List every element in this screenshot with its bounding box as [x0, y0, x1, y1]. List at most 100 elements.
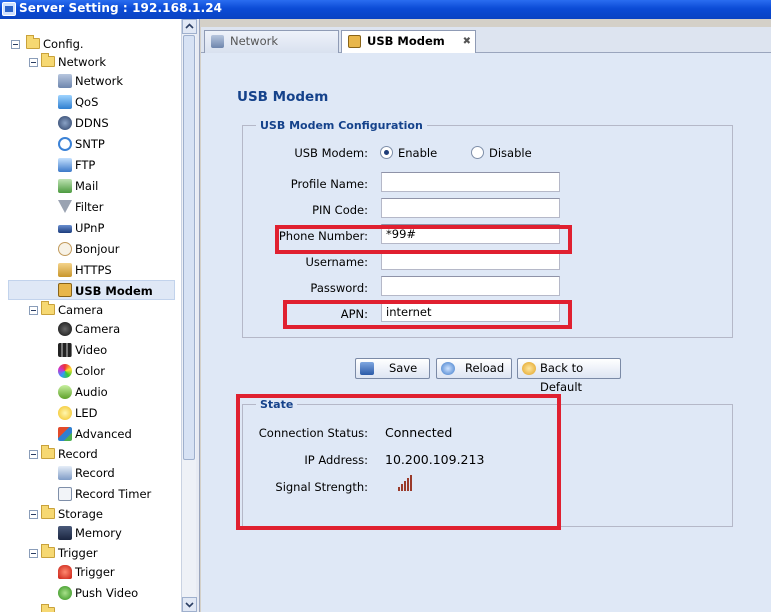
tree-item-label: Bonjour	[75, 242, 120, 256]
tree-item-memory[interactable]: Memory	[0, 523, 181, 543]
password-input[interactable]	[381, 276, 560, 296]
scroll-thumb[interactable]	[183, 35, 195, 460]
tree-item-label: Record	[75, 466, 115, 480]
tree-item-usb-modem[interactable]: USB Modem	[8, 280, 175, 300]
qos-icon	[58, 95, 72, 109]
reload-button[interactable]: Reload	[436, 358, 512, 379]
tree-item-audio[interactable]: Audio	[0, 382, 181, 402]
profile-name-label: Profile Name:	[290, 177, 368, 191]
tree-item-bonjour[interactable]: Bonjour	[0, 239, 181, 259]
tree-item-label: Color	[75, 364, 106, 378]
tab-usb-modem[interactable]: USB Modem ✖	[341, 30, 476, 54]
pin-code-label: PIN Code:	[312, 203, 368, 217]
camera-icon	[58, 322, 72, 336]
back-to-default-button-label: Back to Default	[540, 361, 584, 394]
tree-item-record-folder[interactable]: Record	[0, 444, 181, 464]
chevron-down-icon	[185, 602, 194, 608]
memory-card-icon	[58, 526, 72, 540]
tree-item-upnp[interactable]: UPnP	[0, 218, 181, 238]
sidebar-scrollbar[interactable]	[181, 19, 197, 612]
back-arrow-icon	[522, 362, 536, 375]
reload-icon	[441, 362, 455, 375]
disable-radio[interactable]	[471, 146, 484, 159]
folder-icon	[41, 301, 55, 315]
usb-modem-icon	[58, 283, 72, 297]
save-button[interactable]: Save	[355, 358, 430, 379]
scroll-up-button[interactable]	[182, 19, 197, 34]
tree-item-color[interactable]: Color	[0, 361, 181, 381]
tree-item-label: Network	[58, 55, 107, 69]
app-icon	[2, 2, 16, 16]
enable-radio[interactable]	[380, 146, 393, 159]
tree-item-label: HTTPS	[75, 263, 112, 277]
tree-item-advanced[interactable]: Advanced	[0, 424, 181, 444]
tree-item-label: Push Video	[75, 586, 139, 600]
led-icon	[58, 406, 72, 420]
tree-item-ftp[interactable]: FTP	[0, 155, 181, 175]
tree-item-mail[interactable]: Mail	[0, 176, 181, 196]
filter-icon	[58, 200, 72, 213]
tree-item-network[interactable]: Network	[0, 71, 181, 91]
collapse-icon[interactable]	[29, 450, 38, 459]
tree-item-ddns[interactable]: DDNS	[0, 113, 181, 133]
window-title-bar: Server Setting : 192.168.1.24	[0, 0, 771, 19]
main-panel: USB Modem USB Modem Configuration USB Mo…	[201, 53, 771, 612]
tree-item-https[interactable]: HTTPS	[0, 260, 181, 280]
tree-item-storage-folder[interactable]: Storage	[0, 504, 181, 524]
tree-item-led[interactable]: LED	[0, 403, 181, 423]
tree-item-label: QoS	[75, 95, 99, 109]
tree-item-label: Record	[58, 447, 98, 461]
tree-item-record[interactable]: Record	[0, 463, 181, 483]
tree-item-push-video[interactable]: Push Video	[0, 583, 181, 603]
tree-item-label: Config.	[43, 37, 84, 51]
tab-network[interactable]: Network	[204, 30, 339, 53]
tree-item-trigger[interactable]: Trigger	[0, 562, 181, 582]
collapse-icon[interactable]	[29, 58, 38, 67]
tree-item-label: Video	[75, 343, 108, 357]
chevron-up-icon	[185, 23, 194, 29]
collapse-icon[interactable]	[11, 40, 20, 49]
tree-item-sntp[interactable]: SNTP	[0, 134, 181, 154]
tree-item-trigger-folder[interactable]: Trigger	[0, 543, 181, 563]
tree-item-label: Trigger	[58, 546, 98, 560]
tree-item-label: Record Timer	[75, 487, 152, 501]
tree-item-label: Advanced	[75, 427, 132, 441]
folder-icon	[41, 604, 55, 612]
sidebar: Config. Network Network QoS DDNS SNTP FT…	[0, 19, 200, 612]
network-icon	[211, 35, 224, 48]
usb-modem-label: USB Modem:	[294, 146, 368, 160]
tree-item-label: Audio	[75, 385, 108, 399]
tree-item-label: Camera	[58, 303, 104, 317]
close-icon[interactable]: ✖	[463, 31, 471, 52]
record-timer-icon	[58, 487, 72, 501]
upnp-icon	[58, 225, 72, 233]
tree-item-label: Filter	[75, 200, 104, 214]
tree-item-filter[interactable]: Filter	[0, 197, 181, 217]
back-to-default-button[interactable]: Back to Default	[517, 358, 621, 394]
tree-item-qos[interactable]: QoS	[0, 92, 181, 112]
tree-item-camera-folder[interactable]: Camera	[0, 300, 181, 320]
folder-icon	[26, 35, 40, 49]
folder-icon	[41, 544, 55, 558]
tree-item-record-timer[interactable]: Record Timer	[0, 484, 181, 504]
scroll-down-button[interactable]	[182, 597, 197, 612]
tree-item-video[interactable]: Video	[0, 340, 181, 360]
tree-item-config[interactable]: Config.	[0, 34, 181, 54]
tree-item-partial	[0, 603, 181, 612]
tab-label: Network	[230, 34, 279, 48]
collapse-icon[interactable]	[29, 306, 38, 315]
collapse-icon[interactable]	[29, 549, 38, 558]
tree-item-camera[interactable]: Camera	[0, 319, 181, 339]
reload-button-label: Reload	[465, 361, 505, 375]
color-wheel-icon	[58, 364, 72, 378]
profile-name-input[interactable]	[381, 172, 560, 192]
alarm-icon	[58, 565, 72, 579]
floppy-disk-icon	[360, 362, 374, 375]
record-icon	[58, 466, 72, 480]
tree-item-label: Trigger	[75, 565, 115, 579]
pin-code-input[interactable]	[381, 198, 560, 218]
bonjour-icon	[58, 242, 72, 256]
collapse-icon[interactable]	[29, 510, 38, 519]
tree-item-network-folder[interactable]: Network	[0, 52, 181, 72]
window-title: Server Setting : 192.168.1.24	[19, 1, 223, 15]
